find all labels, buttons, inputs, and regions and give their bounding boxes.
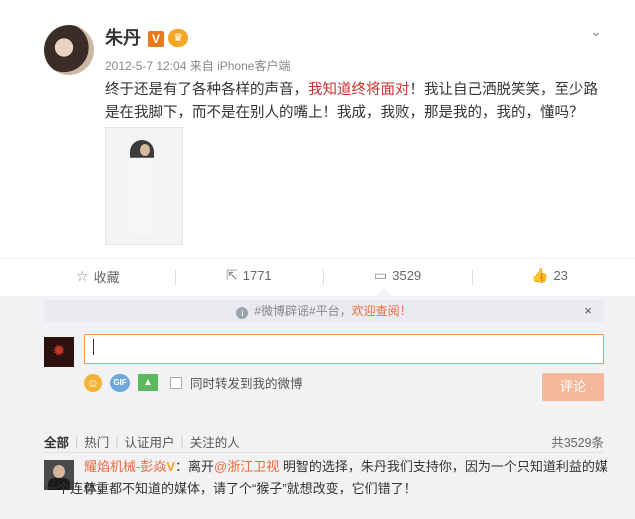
filter-divider: |: [115, 434, 119, 449]
comment-icon: ▭: [374, 267, 388, 283]
comment-item: 耀焰机械-彭焱V：离开@浙江卫视 明智的选择，朱丹我们支持你，因为一个只知道利益…: [44, 456, 609, 500]
close-icon[interactable]: ×: [584, 300, 592, 322]
commenter-name[interactable]: 耀焰机械-彭焱: [84, 459, 166, 474]
comment-panel: i #微博辟谣#平台，欢迎查阅！ × ✹ ☺ GIF ▲ 同时转发到我的微博 评论…: [0, 296, 635, 519]
comment-mention-link[interactable]: @浙江卫视: [214, 459, 279, 474]
comment-input[interactable]: [84, 334, 604, 364]
post-source: 来自 iPhone客户端: [189, 59, 291, 73]
repost-count: 1771: [242, 268, 272, 283]
filter-verified[interactable]: 认证用户: [125, 432, 181, 451]
chevron-down-icon[interactable]: ⌄: [590, 24, 604, 38]
composer-tools: ☺ GIF ▲ 同时转发到我的微博: [84, 373, 303, 392]
post-actions-bar: ☆ 收藏 ⇱ 1771 ▭ 3529 👍 23: [0, 258, 635, 294]
comment-total: 共3529条: [551, 436, 604, 450]
repost-button[interactable]: ⇱ 1771: [226, 267, 272, 284]
commenter-verified-icon: V: [166, 459, 176, 474]
notice-link[interactable]: 欢迎查阅！: [352, 304, 412, 318]
weibo-post-card: 朱丹 V ♛ ⌄ 2012-5-7 12:04 来自 iPhone客户端 终于还…: [0, 0, 635, 296]
avatar-face: [53, 465, 65, 478]
action-divider: [472, 269, 473, 285]
star-icon: ☆: [76, 268, 89, 284]
author-name[interactable]: 朱丹: [105, 24, 141, 50]
favorite-label: 收藏: [93, 270, 120, 285]
comment-count: 3529: [392, 268, 422, 283]
text-caret: [93, 339, 94, 355]
repost-checkbox[interactable]: [170, 376, 182, 389]
post-text-before: 终于还是有了各种各样的声音，: [105, 82, 308, 98]
favorite-button[interactable]: ☆ 收藏: [76, 267, 120, 286]
repost-checkbox-label[interactable]: 同时转发到我的微博: [190, 373, 303, 392]
image-upload-icon[interactable]: ▲: [138, 374, 158, 391]
comment-colon: ：离开: [175, 459, 215, 474]
thumbs-up-icon: 👍: [531, 267, 549, 283]
emoji-icon[interactable]: ☺: [84, 373, 102, 392]
post-text: 终于还是有了各种各样的声音，我知道终将面对！我让自己洒脱笑笑，至少路是在我脚下，…: [105, 79, 605, 125]
comment-button[interactable]: ▭ 3529: [374, 267, 421, 284]
like-count: 23: [553, 268, 568, 283]
info-icon: i: [236, 307, 249, 319]
verified-badge-icon: V: [148, 31, 164, 47]
like-button[interactable]: 👍 23: [531, 267, 568, 284]
filter-all[interactable]: 全部: [44, 432, 75, 451]
filter-divider: |: [180, 434, 184, 449]
submit-comment-button[interactable]: 评论: [542, 373, 604, 401]
rumor-notice-banner: i #微博辟谣#平台，欢迎查阅！ ×: [44, 300, 604, 322]
post-photo[interactable]: [105, 127, 183, 245]
vip-crown-icon: ♛: [168, 29, 188, 47]
author-avatar[interactable]: [44, 25, 94, 75]
filter-following[interactable]: 关注的人: [190, 432, 246, 451]
notice-text[interactable]: #微博辟谣#平台，: [254, 304, 351, 318]
gif-icon[interactable]: GIF: [110, 373, 130, 392]
post-text-highlight: 我知道终将面对: [308, 82, 410, 98]
repost-icon: ⇱: [226, 267, 238, 283]
action-divider: [175, 269, 176, 285]
action-divider: [323, 269, 324, 285]
current-user-avatar: ✹: [44, 337, 74, 367]
post-timestamp[interactable]: 2012-5-7 12:04: [105, 59, 186, 73]
comment-panel-pointer: [376, 288, 392, 296]
comment-text-line2: 一个连尊重都不知道的媒体，请了个“猴子”就想改变，它们错了！: [44, 481, 417, 496]
comment-filter-bar: 全部 | 热门 | 认证用户 | 关注的人 共3529条: [44, 432, 604, 451]
photo-figure-face: [140, 144, 150, 156]
filter-divider: |: [75, 434, 79, 449]
post-meta: 2012-5-7 12:04 来自 iPhone客户端: [105, 57, 290, 74]
comment-divider: [44, 452, 604, 453]
filter-hot[interactable]: 热门: [84, 432, 115, 451]
